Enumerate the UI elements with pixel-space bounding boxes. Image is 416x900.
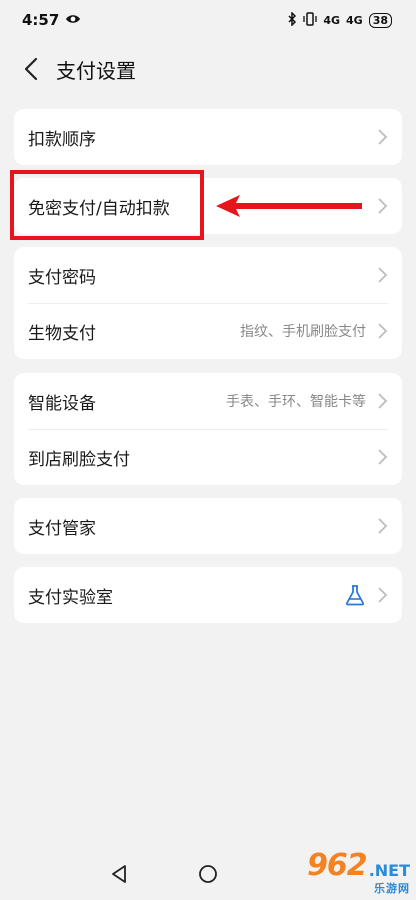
row-biometric-payment[interactable]: 生物支付 指纹、手机刷脸支付	[14, 303, 402, 359]
flask-icon	[345, 585, 365, 606]
watermark-main: 962	[307, 848, 368, 883]
settings-group: 支付密码 生物支付 指纹、手机刷脸支付	[14, 247, 402, 359]
chevron-right-icon	[378, 393, 388, 409]
row-label: 到店刷脸支付	[28, 449, 130, 470]
watermark-net: .NET	[368, 861, 410, 880]
chevron-right-icon	[378, 198, 388, 214]
back-button[interactable]	[8, 46, 54, 92]
settings-group: 扣款顺序	[14, 109, 402, 165]
watermark-logo: 962 .NET 乐游网	[280, 850, 410, 898]
row-payment-manager[interactable]: 支付管家	[14, 498, 402, 554]
row-label: 支付密码	[28, 267, 96, 288]
highlight-box	[10, 170, 204, 240]
page-title: 支付设置	[56, 58, 136, 83]
chevron-right-icon	[378, 323, 388, 339]
status-time: 4:57	[22, 11, 60, 29]
circle-home-icon	[199, 865, 217, 883]
row-label: 生物支付	[28, 323, 96, 344]
settings-group: 智能设备 手表、手环、智能卡等 到店刷脸支付	[14, 373, 402, 485]
chevron-right-icon	[378, 518, 388, 534]
battery-icon: 38	[368, 12, 392, 28]
row-hint: 手表、手环、智能卡等	[226, 394, 366, 410]
row-hint: 指纹、手机刷脸支付	[240, 324, 366, 340]
row-label: 支付管家	[28, 518, 96, 539]
row-label: 支付实验室	[28, 587, 113, 608]
signal-2-icon: 4G	[346, 13, 363, 27]
row-payment-password[interactable]: 支付密码	[14, 247, 402, 303]
bluetooth-icon	[287, 10, 297, 29]
row-deduction-order[interactable]: 扣款顺序	[14, 109, 402, 165]
nav-back-button[interactable]	[110, 864, 128, 888]
watermark-row: 962 .NET	[307, 848, 410, 883]
chevron-right-icon	[378, 129, 388, 145]
triangle-back-icon	[112, 865, 126, 883]
eye-icon	[65, 11, 81, 29]
row-in-store-face-payment[interactable]: 到店刷脸支付	[14, 429, 402, 485]
settings-group: 支付实验室	[14, 567, 402, 623]
chevron-right-icon	[378, 267, 388, 283]
row-smart-devices[interactable]: 智能设备 手表、手环、智能卡等	[14, 373, 402, 429]
status-left: 4:57	[22, 11, 81, 29]
chevron-right-icon	[378, 587, 388, 603]
status-bar: 4:57 4G 4G 38	[0, 0, 416, 40]
vibrate-icon	[303, 11, 317, 29]
nav-home-button[interactable]	[198, 864, 218, 888]
row-label: 扣款顺序	[28, 129, 96, 150]
chevron-left-icon	[24, 57, 38, 81]
red-arrow	[216, 195, 362, 217]
settings-group: 支付管家	[14, 498, 402, 554]
chevron-right-icon	[378, 449, 388, 465]
row-label: 智能设备	[28, 393, 96, 414]
signal-1-icon: 4G	[323, 13, 340, 27]
row-payment-lab[interactable]: 支付实验室	[14, 567, 402, 623]
status-right: 4G 4G 38	[287, 10, 392, 29]
header: 支付设置	[0, 46, 416, 92]
watermark-sub: 乐游网	[374, 882, 410, 895]
